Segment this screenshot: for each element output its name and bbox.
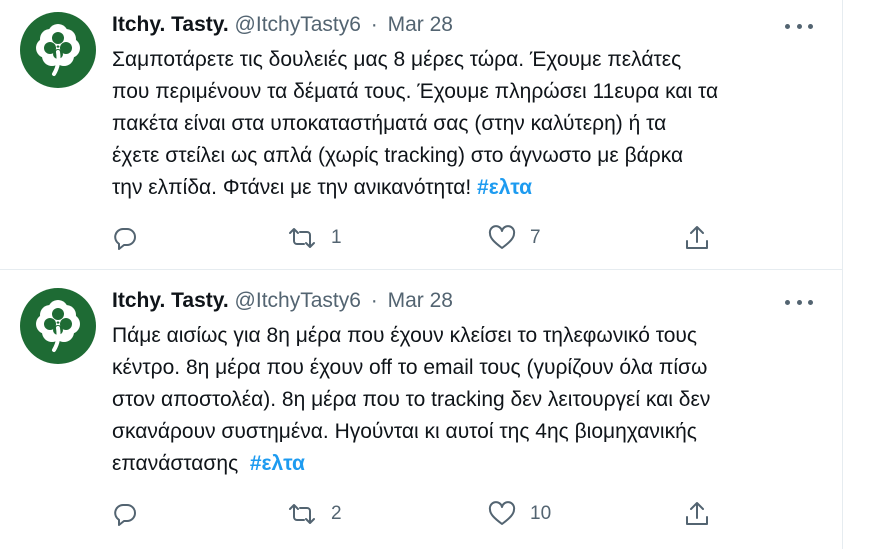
hashtag-link[interactable]: #ελτα [250,452,305,475]
heart-icon [488,501,516,525]
more-options-button[interactable] [785,16,813,36]
more-dot [785,299,790,305]
retweet-icon [289,504,315,524]
shamrock-icon [36,300,80,352]
tweet-text-segment: επανάστασης [112,452,250,475]
share-button[interactable] [684,498,710,530]
tweet-date[interactable]: Mar 28 [388,289,453,312]
reply-icon [114,228,136,250]
tweet-text-line: στον αποστολέα). 8η μέρα που το tracking… [112,388,711,411]
timeline: Itchy. Tasty. @ItchyTasty6 · Mar 28 Σαμπ… [0,0,843,549]
retweet-button[interactable]: 1 [287,222,342,254]
user-handle[interactable]: @ItchyTasty6 [235,289,361,312]
avatar[interactable] [20,288,96,364]
tweet-actions: 1 7 [112,222,732,254]
more-dot [808,23,813,29]
tweet-text-line: την ελπίδα. Φτάνει με την ανικανότητα! #… [112,172,812,204]
tweet-text-line: σκανάρουν συστημένα. Ηγούνται κι αυτοί τ… [112,420,697,443]
separator-dot: · [370,289,378,312]
tweet-text-line: που περιμένουν τα δέματά τους. Έχουμε πλ… [112,80,719,103]
avatar[interactable] [20,12,96,88]
like-button[interactable]: 10 [488,498,551,530]
retweet-button[interactable]: 2 [287,498,342,530]
retweet-count: 1 [331,227,342,248]
separator-dot: · [370,13,378,36]
tweet-text-segment: την ελπίδα. Φτάνει με την ανικανότητα! [112,176,478,199]
tweet-text-line: Πάμε αισίως για 8η μέρα που έχουν κλείσε… [112,324,698,347]
reply-button[interactable] [112,498,152,530]
more-dot [796,23,802,29]
share-icon [686,502,708,525]
tweet-text-line: επανάστασης #ελτα [112,448,812,480]
like-count: 10 [530,503,552,524]
reply-icon [114,504,136,526]
more-dot [808,299,813,305]
tweet-text-line: έχετε στείλει ως απλά (χωρίς tracking) σ… [112,144,684,167]
more-dot [785,23,790,29]
retweet-count: 2 [331,503,342,524]
more-dot [796,299,802,305]
tweet-text-line: πακέτα είναι στα υποκαταστήματά σας (στη… [112,112,667,135]
more-options-button[interactable] [785,292,813,312]
user-handle[interactable]: @ItchyTasty6 [235,13,361,36]
like-count: 7 [530,227,541,248]
retweet-icon [289,228,315,248]
display-name[interactable]: Itchy. Tasty. [112,13,229,36]
share-icon [686,226,708,249]
tweet[interactable]: Itchy. Tasty. @ItchyTasty6 · Mar 28 Πάμε… [0,270,843,549]
tweet[interactable]: Itchy. Tasty. @ItchyTasty6 · Mar 28 Σαμπ… [0,0,843,270]
share-button[interactable] [684,222,710,254]
tweet-text-line: κέντρο. 8η μέρα που έχουν off το email τ… [112,356,708,379]
like-button[interactable]: 7 [488,222,541,254]
tweet-header: Itchy. Tasty. @ItchyTasty6 · Mar 28 [112,10,453,40]
tweet-text: Πάμε αισίως για 8η μέρα που έχουν κλείσε… [112,320,812,480]
reply-button[interactable] [112,222,152,254]
shamrock-icon [36,24,80,76]
tweet-date[interactable]: Mar 28 [388,13,453,36]
tweet-header: Itchy. Tasty. @ItchyTasty6 · Mar 28 [112,286,453,316]
display-name[interactable]: Itchy. Tasty. [112,289,229,312]
tweet-actions: 2 10 [112,498,732,530]
tweet-text-line: Σαμποτάρετε τις δουλειές μας 8 μέρες τώρ… [112,48,682,71]
hashtag-link[interactable]: #ελτα [477,176,532,199]
tweet-text: Σαμποτάρετε τις δουλειές μας 8 μέρες τώρ… [112,44,812,204]
heart-icon [488,225,516,249]
